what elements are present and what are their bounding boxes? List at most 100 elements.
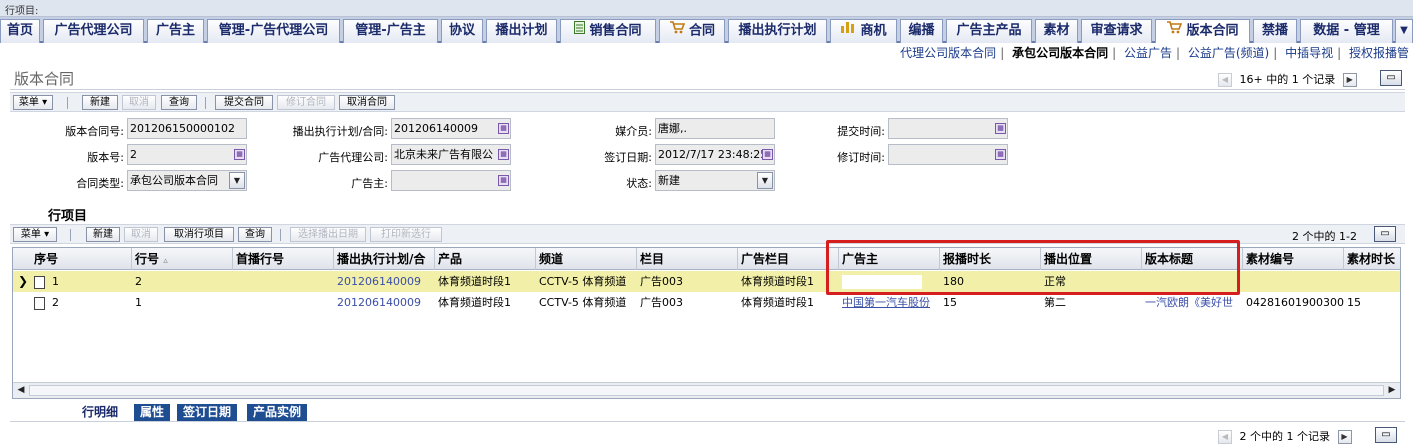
subnav-public-ad[interactable]: 公益广告 <box>1120 46 1176 60</box>
toolbar-divider <box>67 97 68 109</box>
line-cancel-button[interactable]: 取消 <box>124 227 158 242</box>
chevron-right-icon[interactable]: ▶ <box>1342 73 1357 87</box>
status-select[interactable]: 新建 ▼ <box>655 170 775 191</box>
tab-manage-agency[interactable]: 管理-广告代理公司 <box>207 19 340 43</box>
tab-ban[interactable]: 禁播 <box>1253 19 1297 43</box>
print-lines-button[interactable]: 打印新选行 <box>370 227 442 242</box>
line-new-button[interactable]: 新建 <box>86 227 120 242</box>
tab-advertiser[interactable]: 广告主 <box>147 19 204 43</box>
horizontal-scrollbar[interactable]: ◀ ▶ <box>13 382 1400 398</box>
cell-exec-plan-link[interactable]: 201206140009 <box>334 271 435 292</box>
tab-broadcast-plan[interactable]: 播出计划 <box>486 19 557 43</box>
tab-agreement[interactable]: 协议 <box>441 19 483 43</box>
cell-line: 2 <box>135 275 142 288</box>
lookup-icon[interactable]: ▦ <box>498 123 509 134</box>
scroll-right-icon[interactable]: ▶ <box>1385 384 1399 397</box>
cell-exec-plan-link[interactable]: 201206140009 <box>334 292 435 313</box>
submit-time-field[interactable]: ▦ <box>888 118 1008 139</box>
cancel-button[interactable]: 取消 <box>122 95 156 110</box>
tab-line-detail[interactable]: 行明细 <box>76 404 125 421</box>
lookup-icon[interactable]: ▦ <box>498 149 509 160</box>
new-button[interactable]: 新建 <box>82 95 118 110</box>
select-dates-button[interactable]: 选择播出日期 <box>290 227 366 242</box>
subnav-contractor-version[interactable]: 承包公司版本合同 <box>1008 46 1112 60</box>
tab-programming[interactable]: 编播 <box>900 19 943 43</box>
line-query-button[interactable]: 查询 <box>238 227 272 242</box>
subnav-authorized-report[interactable]: 授权报播管 <box>1345 46 1413 60</box>
contract-toolbar: 菜单 ▾ 新建 取消 查询 提交合同 修订合同 取消合同 <box>10 92 1405 112</box>
tab-sign-date[interactable]: 签订日期 <box>177 404 238 421</box>
lookup-icon[interactable]: ▦ <box>498 175 509 186</box>
tab-home[interactable]: 首页 <box>0 19 40 43</box>
col-material-len[interactable]: 素材时长 <box>1344 248 1400 270</box>
chevron-down-icon[interactable]: ▼ <box>757 172 773 189</box>
sign-date-field[interactable]: 2012/7/17 23:48:25 ▦ <box>655 144 775 165</box>
col-seq[interactable]: 序号 <box>31 248 132 270</box>
document-icon <box>574 20 586 42</box>
scrollbar-thumb[interactable] <box>29 385 1384 396</box>
media-field[interactable]: 唐娜,. <box>655 118 775 139</box>
cell-version-title-link[interactable]: 一汽欧朗《美好世 <box>1142 292 1243 313</box>
menu-button[interactable]: 菜单 ▾ <box>13 95 53 110</box>
cell-advertiser-link[interactable]: 中国第一汽车股份 <box>839 292 940 313</box>
bar-chart-icon <box>840 20 856 42</box>
layout-toggle-icon[interactable]: ▭ <box>1375 427 1397 443</box>
calculator-icon[interactable]: ▦ <box>234 149 245 160</box>
col-exec-plan[interactable]: 播出执行计划/合 <box>334 248 435 270</box>
subnav-insert-guide[interactable]: 中插导视 <box>1281 46 1337 60</box>
tab-contract[interactable]: 合同 <box>659 19 725 43</box>
contract-type-select[interactable]: 承包公司版本合同 ▼ <box>127 170 247 191</box>
void-contract-button[interactable]: 取消合同 <box>339 95 395 110</box>
tab-product-instance[interactable]: 产品实例 <box>247 404 308 421</box>
nav-more-button[interactable]: ▼ <box>1395 19 1413 43</box>
chevron-right-icon[interactable]: ▶ <box>1337 430 1352 444</box>
calendar-icon[interactable]: ▦ <box>995 123 1006 134</box>
version-no-field[interactable]: 2 ▦ <box>127 144 247 165</box>
revise-time-field[interactable]: ▦ <box>888 144 1008 165</box>
chevron-left-icon[interactable]: ◀ <box>1218 73 1232 87</box>
tab-version-contract[interactable]: 版本合同 <box>1155 19 1250 43</box>
contract-no-field[interactable]: 201206150000102 <box>127 118 247 139</box>
tab-advertiser-product[interactable]: 广告主产品 <box>946 19 1032 43</box>
chevron-down-icon[interactable]: ▼ <box>229 172 245 189</box>
cell-material-len: 15 <box>1347 296 1361 309</box>
subnav-agency-version[interactable]: 代理公司版本合同 <box>896 46 1000 60</box>
chevron-left-icon[interactable]: ◀ <box>1218 430 1232 444</box>
revise-contract-button[interactable]: 修订合同 <box>277 95 335 110</box>
tab-opportunity[interactable]: 商机 <box>830 19 897 43</box>
subnav-public-ad-channel[interactable]: 公益广告(频道) <box>1184 46 1273 60</box>
table-row[interactable]: 2 1 201206140009 体育频道时段1 CCTV-5 体育频道 广告0… <box>13 292 1400 313</box>
col-line[interactable]: 行号 ▵ <box>132 248 233 270</box>
layout-toggle-icon[interactable]: ▭ <box>1374 226 1396 242</box>
cancel-line-button[interactable]: 取消行项目 <box>164 227 234 242</box>
tab-properties[interactable]: 属性 <box>134 404 171 421</box>
tab-review-request[interactable]: 审查请求 <box>1081 19 1152 43</box>
submit-contract-button[interactable]: 提交合同 <box>215 95 273 110</box>
col-material-no[interactable]: 素材编号 <box>1243 248 1344 270</box>
col-first-line[interactable]: 首播行号 <box>233 248 334 270</box>
layout-toggle-icon[interactable]: ▭ <box>1380 70 1402 86</box>
tab-data-manage[interactable]: 数据 - 管理 <box>1300 19 1393 43</box>
calendar-icon[interactable]: ▦ <box>995 149 1006 160</box>
advertiser-field[interactable]: ▦ <box>391 170 511 191</box>
agency-field[interactable]: 北京未来广告有限公 ▦ <box>391 144 511 165</box>
tab-material[interactable]: 素材 <box>1035 19 1078 43</box>
query-button[interactable]: 查询 <box>161 95 197 110</box>
col-product[interactable]: 产品 <box>435 248 536 270</box>
tab-sales-contract[interactable]: 销售合同 <box>560 19 656 43</box>
tab-manage-advertiser[interactable]: 管理-广告主 <box>343 19 438 43</box>
calendar-icon[interactable]: ▦ <box>762 149 773 160</box>
document-icon <box>34 275 45 289</box>
scroll-left-icon[interactable]: ◀ <box>14 384 28 397</box>
tab-ad-agency[interactable]: 广告代理公司 <box>43 19 144 43</box>
col-channel[interactable]: 频道 <box>536 248 637 270</box>
line-menu-button[interactable]: 菜单 ▾ <box>13 227 57 242</box>
shopping-cart-icon <box>1166 20 1183 42</box>
col-column[interactable]: 栏目 <box>637 248 738 270</box>
cell-product: 体育频道时段1 <box>438 296 511 309</box>
status-label: 状态: <box>626 177 652 190</box>
col-ad-column[interactable]: 广告栏目 <box>738 248 839 270</box>
tab-exec-plan[interactable]: 播出执行计划 <box>728 19 827 43</box>
exec-plan-field[interactable]: 201206140009 ▦ <box>391 118 511 139</box>
divider <box>10 421 1405 422</box>
